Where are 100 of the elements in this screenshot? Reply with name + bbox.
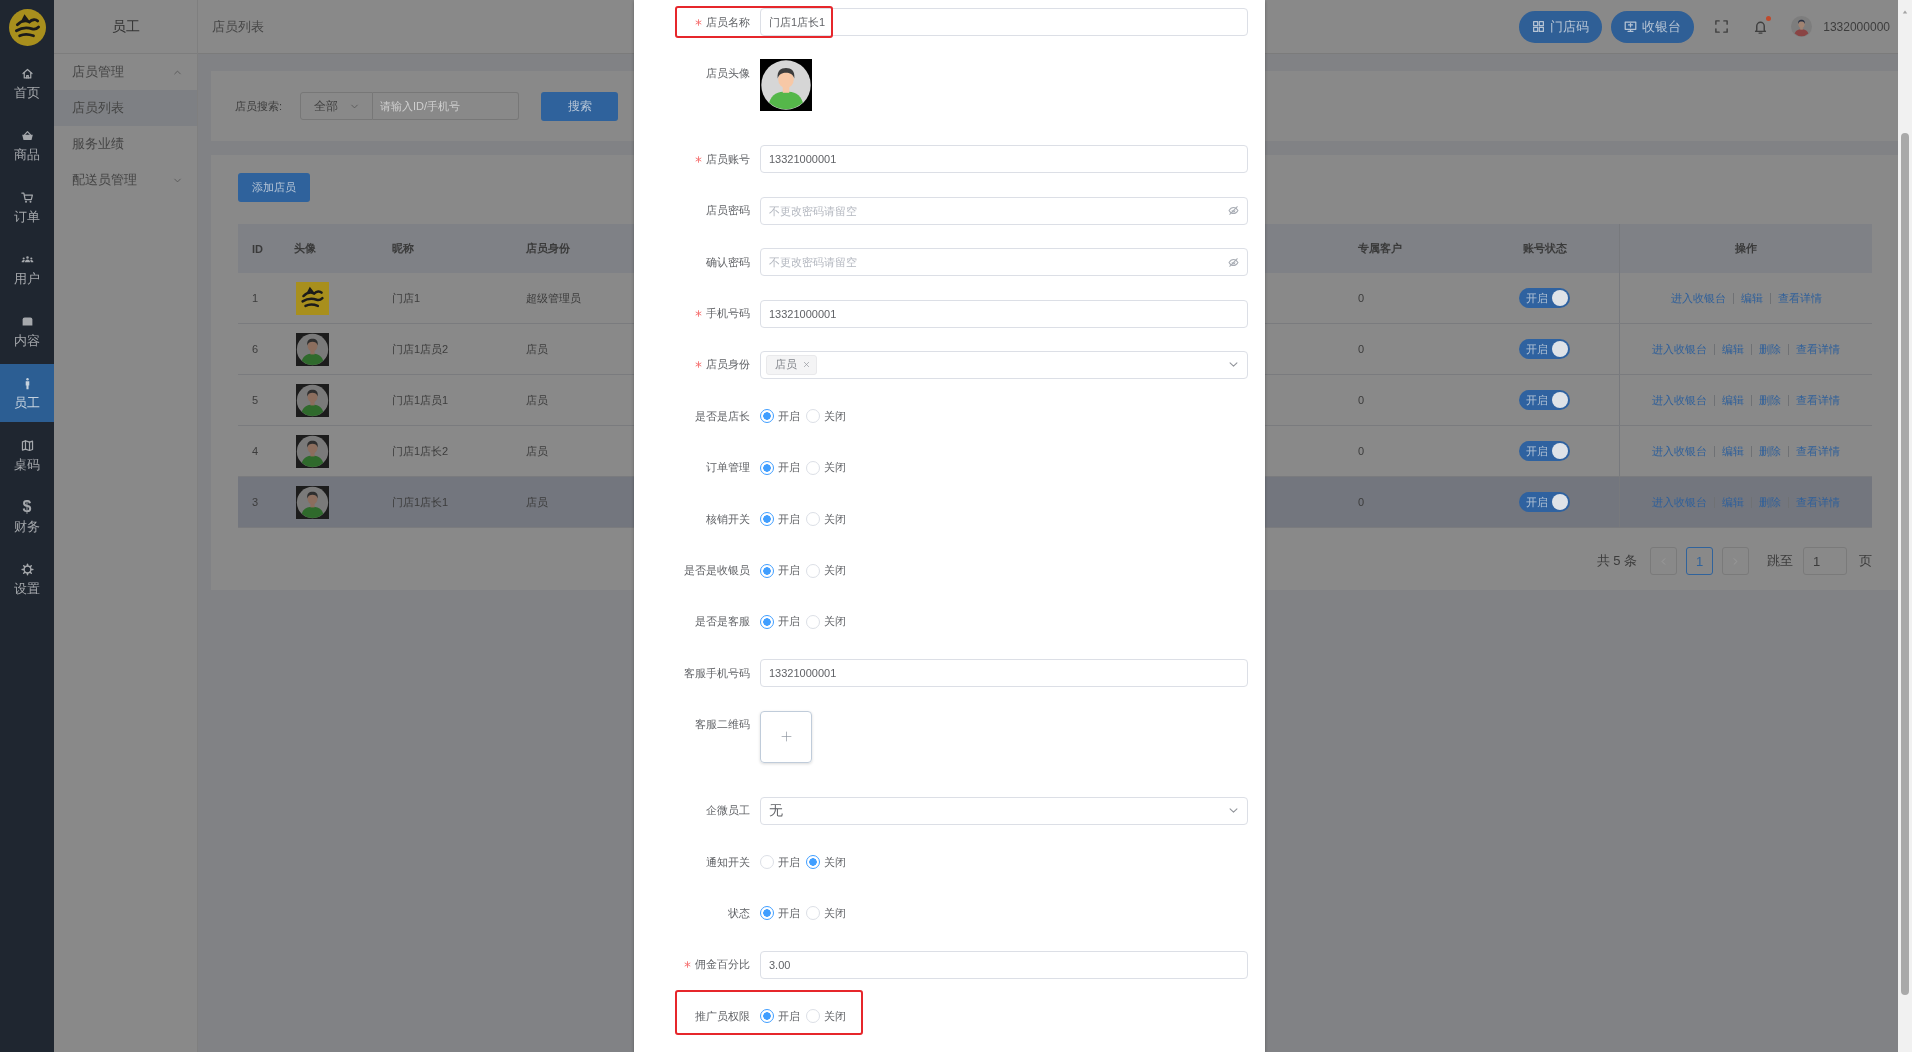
action-link[interactable]: 编辑 xyxy=(1714,394,1751,406)
total-count-text: 共 5 条 xyxy=(1596,552,1637,570)
password-field[interactable]: 不更改密码请留空 xyxy=(760,196,1248,225)
radio-option[interactable]: 开启 xyxy=(760,408,800,424)
nav-item[interactable]: 用户 xyxy=(0,240,54,298)
action-link[interactable]: 删除 xyxy=(1751,445,1788,457)
field-label: 店员头像 xyxy=(706,65,750,81)
eye-off-icon[interactable] xyxy=(1228,205,1239,217)
nav-item[interactable]: 内容 xyxy=(0,302,54,360)
field-label: 店员密码 xyxy=(706,203,750,219)
grid-icon xyxy=(1532,20,1546,33)
action-link[interactable]: 删除 xyxy=(1751,394,1788,406)
status-switch[interactable]: 开启 xyxy=(1519,390,1570,410)
radio-option[interactable]: 关闭 xyxy=(806,854,846,870)
username-text[interactable]: 1332000000 xyxy=(1823,19,1890,34)
scrollbar-thumb[interactable] xyxy=(1901,133,1909,995)
nav-item[interactable]: 首页 xyxy=(0,54,54,112)
page-jump-field[interactable]: 1 xyxy=(1803,547,1847,575)
status-switch[interactable]: 开启 xyxy=(1519,288,1570,308)
column-header: 头像 xyxy=(294,241,316,256)
radio-option[interactable]: 开启 xyxy=(760,1008,800,1024)
radio-option[interactable]: 开启 xyxy=(760,614,800,630)
field-label: 手机号码 xyxy=(706,306,750,322)
status-switch[interactable]: 开启 xyxy=(1519,492,1570,512)
table-cell: 5 xyxy=(252,394,259,406)
radio-option[interactable]: 关闭 xyxy=(806,511,846,527)
column-header: 专属客户 xyxy=(1358,241,1402,256)
select-field[interactable]: 无 xyxy=(760,796,1248,825)
fullscreen-icon[interactable] xyxy=(1714,19,1730,34)
radio-option[interactable]: 开启 xyxy=(760,563,800,578)
header-button[interactable]: 收银台 xyxy=(1611,10,1695,43)
menu-group[interactable]: 店员管理 xyxy=(54,54,197,90)
field-label: 店员账号 xyxy=(706,151,750,167)
nav-item[interactable]: 订单 xyxy=(0,178,54,236)
plus-icon xyxy=(780,731,792,743)
nav-item[interactable]: $ 财务 xyxy=(0,488,54,546)
radio-option[interactable]: 关闭 xyxy=(806,905,846,921)
nav-item[interactable]: 设置 xyxy=(0,550,54,608)
field-label: 是否是客服 xyxy=(695,614,750,630)
header-button[interactable]: 门店码 xyxy=(1519,10,1603,43)
action-link[interactable]: 查看详情 xyxy=(1788,445,1847,457)
caret-up-icon[interactable] xyxy=(1901,9,1909,15)
radio-option[interactable]: 关闭 xyxy=(806,614,846,630)
status-switch[interactable]: 开启 xyxy=(1519,441,1570,461)
table-cell: 门店1店长1 xyxy=(392,494,449,510)
menu-item[interactable]: 服务业绩 xyxy=(54,126,197,162)
menu-item[interactable]: 店员列表 xyxy=(54,90,197,126)
settings-icon xyxy=(20,562,34,576)
eye-off-icon[interactable] xyxy=(1228,256,1239,268)
text-field[interactable]: 13321000001 xyxy=(760,299,1248,328)
radio-option[interactable]: 关闭 xyxy=(806,460,846,476)
action-link[interactable]: 进入收银台 xyxy=(1645,445,1714,457)
field-label: 通知开关 xyxy=(706,854,750,870)
section-title: 员工 xyxy=(111,17,140,36)
action-link[interactable]: 进入收银台 xyxy=(1645,343,1714,355)
user-avatar-icon[interactable] xyxy=(1791,16,1813,37)
text-field[interactable]: 门店1店长1 xyxy=(760,8,1248,36)
table-cell: 店员 xyxy=(526,392,548,408)
table-cell: 0 xyxy=(1358,343,1365,355)
person-avatar-icon xyxy=(296,383,329,417)
action-link[interactable]: 进入收银台 xyxy=(1645,394,1714,406)
radio-option[interactable]: 开启 xyxy=(760,511,800,527)
action-link[interactable]: 进入收银台 xyxy=(1663,292,1733,304)
table-cell: 门店1店员1 xyxy=(392,392,449,408)
action-link[interactable]: 查看详情 xyxy=(1788,343,1847,355)
text-field[interactable]: 13321000001 xyxy=(760,659,1248,688)
radio-option[interactable]: 开启 xyxy=(760,460,800,476)
table-cell: 6 xyxy=(252,343,259,355)
radio-option[interactable]: 开启 xyxy=(760,905,800,921)
upload-box[interactable] xyxy=(760,710,812,763)
nav-item[interactable]: 商品 xyxy=(0,116,54,174)
action-link[interactable]: 编辑 xyxy=(1732,292,1770,304)
radio-option[interactable]: 关闭 xyxy=(806,1008,846,1024)
search-button[interactable]: 搜索 xyxy=(541,91,619,121)
menu-group[interactable]: 配送员管理 xyxy=(54,162,197,198)
text-field[interactable]: 3.00 xyxy=(760,950,1248,979)
password-field[interactable]: 不更改密码请留空 xyxy=(760,248,1248,277)
action-link[interactable]: 查看详情 xyxy=(1788,394,1847,406)
logo-icon[interactable] xyxy=(8,8,46,46)
page-suffix-text: 页 xyxy=(1859,552,1872,570)
text-field[interactable]: 13321000001 xyxy=(760,145,1248,174)
add-staff-button[interactable]: 添加店员 xyxy=(238,173,310,202)
filter-select[interactable]: 全部 xyxy=(300,92,374,120)
scrollbar[interactable] xyxy=(1898,0,1912,1052)
field-label: 是否是店长 xyxy=(695,408,750,424)
radio-option[interactable]: 开启 xyxy=(760,854,800,870)
action-link[interactable]: 编辑 xyxy=(1714,445,1751,457)
action-link[interactable]: 编辑 xyxy=(1714,343,1751,355)
action-link[interactable]: 删除 xyxy=(1751,343,1788,355)
nav-item[interactable]: 员工 xyxy=(0,364,54,422)
radio-option[interactable]: 关闭 xyxy=(806,563,846,578)
status-switch[interactable]: 开启 xyxy=(1519,339,1570,359)
person-avatar-icon xyxy=(296,434,329,468)
nav-item[interactable]: 桌码 xyxy=(0,426,54,484)
person-avatar-icon[interactable] xyxy=(760,59,812,112)
radio-option[interactable]: 关闭 xyxy=(806,408,846,424)
action-link[interactable]: 查看详情 xyxy=(1769,292,1829,304)
tag-select[interactable]: 店员 xyxy=(760,350,1248,379)
close-icon[interactable] xyxy=(803,361,810,369)
tag-chip[interactable]: 店员 xyxy=(766,354,817,375)
